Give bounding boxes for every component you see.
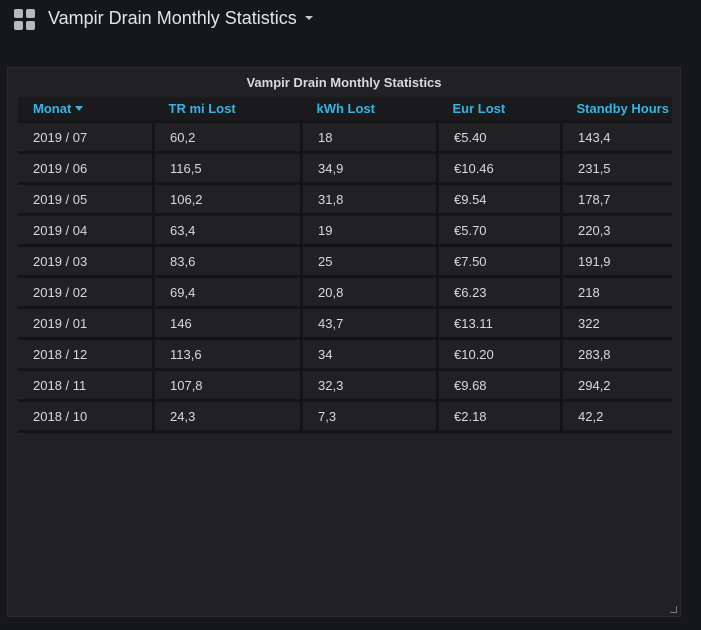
table-cell: 231,5 [561,152,672,185]
table-cell: 63,4 [153,214,303,247]
table-cell: €7.50 [437,245,563,278]
table-cell: €10.46 [437,152,563,185]
table-cell: 143,4 [561,121,672,154]
table-row: 2018 / 11 107,8 32,3 €9.68 294,2 [18,369,672,402]
table-cell: €9.68 [437,369,563,402]
table-cell: 2019 / 07 [18,121,155,154]
table-cell: 191,9 [561,245,672,278]
column-header-tr-mi-lost[interactable]: TR mi Lost [153,97,302,123]
dashboard-title-picker[interactable]: Vampir Drain Monthly Statistics [48,8,313,29]
table-cell: 69,4 [153,276,303,309]
table-cell: 20,8 [301,276,439,309]
table-cell: 2018 / 11 [18,369,155,402]
top-nav-bar: Vampir Drain Monthly Statistics [0,0,701,44]
table-cell: 18 [301,121,439,154]
table-cell: €6.23 [437,276,563,309]
table-cell: 42,2 [561,400,672,433]
table-cell: 34 [301,338,439,371]
table-cell: 146 [153,307,303,340]
table-cell: 2019 / 05 [18,183,155,216]
table-cell: 7,3 [301,400,439,433]
table-cell: 83,6 [153,245,303,278]
table-cell: 218 [561,276,672,309]
table-row: 2019 / 01 146 43,7 €13.11 322 [18,307,672,340]
table-row: 2019 / 03 83,6 25 €7.50 191,9 [18,245,672,278]
table-cell: 113,6 [153,338,303,371]
table-cell: 116,5 [153,152,303,185]
panel-resize-handle[interactable] [670,606,677,613]
table-cell: €5.70 [437,214,563,247]
table-cell: 220,3 [561,214,672,247]
column-header-kwh-lost[interactable]: kWh Lost [301,97,438,123]
column-header-monat[interactable]: Monat [18,97,154,123]
table-cell: 31,8 [301,183,439,216]
table-cell: 32,3 [301,369,439,402]
table-cell: 107,8 [153,369,303,402]
table-row: 2018 / 12 113,6 34 €10.20 283,8 [18,338,672,371]
table-row: 2019 / 05 106,2 31,8 €9.54 178,7 [18,183,672,216]
statistics-table: Monat TR mi Lost kWh Lost Eur Lost Stand… [18,97,672,433]
table-row: 2019 / 04 63,4 19 €5.70 220,3 [18,214,672,247]
table-cell: 24,3 [153,400,303,433]
table-cell: 43,7 [301,307,439,340]
table-cell: 178,7 [561,183,672,216]
table-cell: 34,9 [301,152,439,185]
chevron-down-icon [304,16,313,21]
table-cell: €2.18 [437,400,563,433]
table-cell: €13.11 [437,307,563,340]
table-row: 2019 / 02 69,4 20,8 €6.23 218 [18,276,672,309]
table-cell: 2019 / 02 [18,276,155,309]
table-cell: 2019 / 04 [18,214,155,247]
table-cell: 106,2 [153,183,303,216]
table-cell: 19 [301,214,439,247]
table-cell: 294,2 [561,369,672,402]
table-cell: 2019 / 03 [18,245,155,278]
table-cell: 60,2 [153,121,303,154]
table-cell: 2018 / 12 [18,338,155,371]
table-row: 2019 / 07 60,2 18 €5.40 143,4 [18,121,672,154]
table-cell: €9.54 [437,183,563,216]
table-cell: 283,8 [561,338,672,371]
table-cell: €5.40 [437,121,563,154]
column-header-eur-lost[interactable]: Eur Lost [437,97,562,123]
caret-down-icon [75,106,84,111]
table-header-row: Monat TR mi Lost kWh Lost Eur Lost Stand… [18,97,672,123]
column-header-standby-hours[interactable]: Standby Hours [561,97,672,123]
table-panel: Vampir Drain Monthly Statistics Monat TR… [7,67,681,617]
table-cell: 2018 / 10 [18,400,155,433]
panel-title[interactable]: Vampir Drain Monthly Statistics [8,75,680,90]
table-cell: 322 [561,307,672,340]
table-row: 2018 / 10 24,3 7,3 €2.18 42,2 [18,400,672,433]
table-cell: 25 [301,245,439,278]
grid-icon[interactable] [14,9,36,31]
table-row: 2019 / 06 116,5 34,9 €10.46 231,5 [18,152,672,185]
table-cell: 2019 / 06 [18,152,155,185]
table-cell: 2019 / 01 [18,307,155,340]
dashboard-title: Vampir Drain Monthly Statistics [48,8,297,28]
table-cell: €10.20 [437,338,563,371]
